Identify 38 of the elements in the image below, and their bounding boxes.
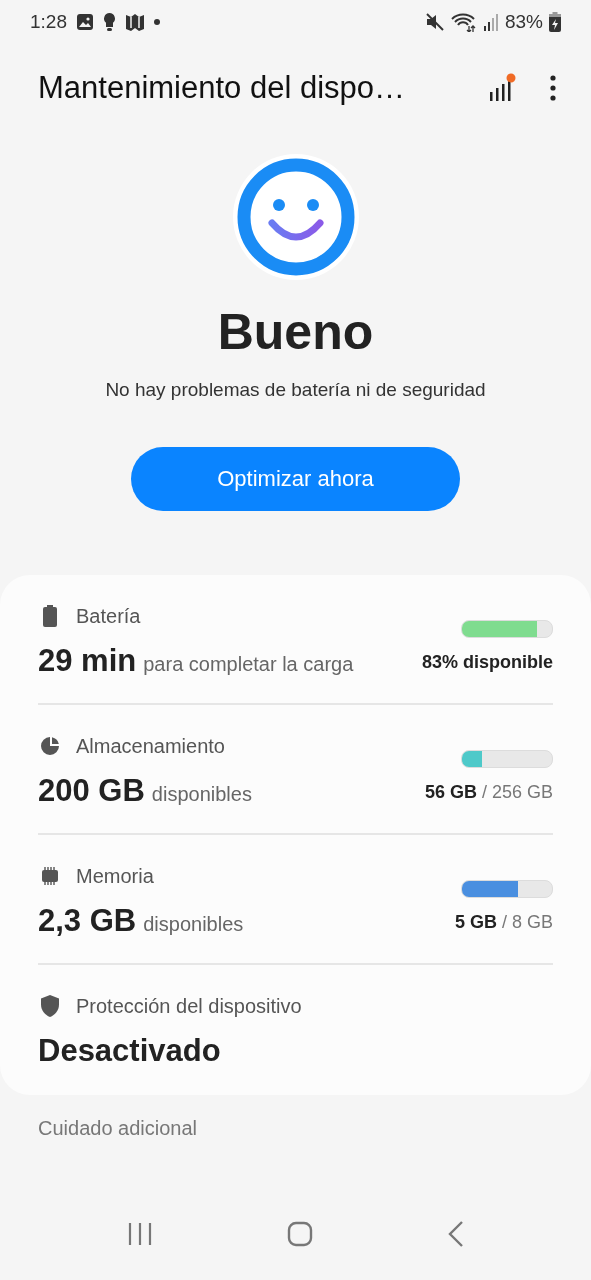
item-value-caption: para completar la carga [143,653,354,676]
more-options-icon[interactable] [549,75,557,101]
lightbulb-icon [103,12,116,32]
dot-icon [154,19,160,25]
battery-icon [43,605,57,627]
usage-reading: 83% disponible [421,652,553,673]
optimize-button[interactable]: Optimizar ahora [131,447,460,511]
back-icon[interactable] [447,1221,464,1247]
home-icon[interactable] [287,1221,314,1247]
status-heading: Bueno [217,303,374,361]
mute-icon [424,13,445,31]
section-header: Cuidado adicional [38,1117,197,1139]
image-icon [76,13,94,31]
shield-icon [41,995,59,1017]
status-message: No hay problemas de batería ni de seguridad [105,379,486,401]
item-value: 29 min [38,643,137,679]
smiley-face-icon [231,153,360,281]
item-value-caption: disponibles [151,783,252,806]
map-icon [125,13,145,31]
recent-apps-icon[interactable] [127,1222,154,1246]
item-label: Memoria [76,864,154,888]
screen-title: Mantenimiento del dispo… [38,70,406,106]
usage-reading: 56 GB / 256 GB [424,782,553,803]
pie-chart-icon [40,736,60,756]
usage-reading: 5 GB / 8 GB [454,912,553,933]
item-label: Almacenamiento [76,734,225,758]
item-label: Protección del dispositivo [76,994,302,1018]
item-value: 2,3 GB [38,903,137,939]
clock: 1:28 [30,11,67,33]
battery-charging-icon [549,12,561,32]
item-value: 200 GB [38,773,145,809]
item-value-caption: disponibles [143,913,244,936]
item-value: Desactivado [38,1033,221,1069]
signal-icon [482,13,499,31]
item-label: Batería [76,604,141,628]
memory-chip-icon [40,867,60,885]
wifi-icon [450,12,477,32]
battery-percent: 83% [504,11,543,33]
